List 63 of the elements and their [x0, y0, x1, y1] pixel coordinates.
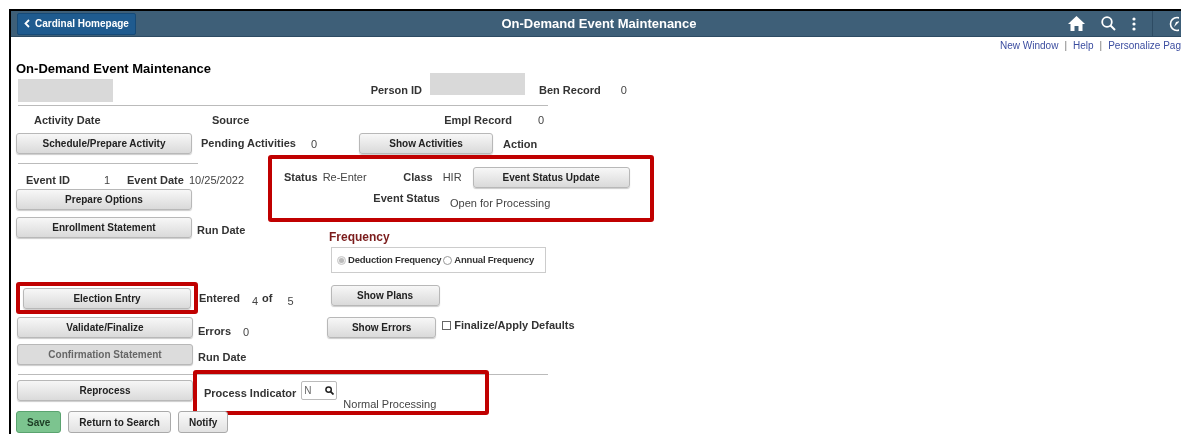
window-title: On-Demand Event Maintenance: [500, 14, 698, 33]
action-button[interactable]: Show Activities: [359, 132, 494, 154]
field-label: Person ID: [369, 83, 422, 99]
field-value: 0: [620, 82, 627, 98]
section-title: Frequency: [329, 229, 391, 246]
home-icon[interactable]: [1068, 16, 1085, 31]
action-button[interactable]: Election Entry: [23, 287, 191, 309]
field-value: HIR: [442, 170, 463, 186]
field-label: Pending Activities: [201, 135, 296, 151]
action-button[interactable]: Show Errors: [327, 316, 437, 338]
field-label: Empl Record: [443, 112, 512, 128]
field-label: Process Indicator: [204, 386, 297, 401]
field-label: Event ID: [26, 172, 71, 188]
page-title: On-Demand Event Maintenance: [16, 61, 213, 77]
save-button[interactable]: Save: [16, 411, 62, 433]
field-label: Action: [503, 136, 538, 152]
field-value: 0: [243, 324, 250, 340]
field-label: Source: [212, 112, 251, 128]
action-button[interactable]: Validate/Finalize: [17, 316, 193, 338]
field-value: Open for Processing: [450, 196, 551, 211]
header-link[interactable]: New Window: [1000, 37, 1059, 53]
field-value: 0: [310, 137, 318, 153]
radio-button[interactable]: [443, 255, 453, 265]
field-value: 0: [538, 112, 545, 128]
field-value: 4: [251, 293, 259, 309]
action-button[interactable]: Schedule/Prepare Activity: [16, 132, 192, 154]
radio-option[interactable]: Annual Frequency: [443, 252, 534, 268]
action-button[interactable]: Show Plans: [330, 284, 440, 306]
field-value: 10/25/2022: [189, 172, 245, 188]
header-link[interactable]: Personalize Pag: [1108, 37, 1181, 53]
checkbox[interactable]: [442, 320, 452, 330]
field-label: Run Date: [197, 223, 246, 238]
field-label: Run Date: [198, 349, 247, 365]
back-button[interactable]: Cardinal Homepage: [17, 12, 136, 35]
link-separator: |: [1099, 38, 1103, 53]
compass-icon[interactable]: [1169, 15, 1179, 32]
field-label: Ben Record: [539, 82, 601, 98]
field-label: Activity Date: [34, 112, 102, 128]
field-value: 5: [287, 293, 294, 309]
action-button[interactable]: Return to Search: [68, 411, 171, 433]
field-label: Status: [284, 170, 318, 186]
field-label: of: [262, 290, 273, 306]
link-separator: |: [1064, 38, 1067, 53]
header-link[interactable]: Help: [1073, 37, 1094, 53]
field-value: Normal Processing: [343, 397, 437, 412]
more-icon[interactable]: [1132, 16, 1136, 31]
action-button[interactable]: Reprocess: [17, 380, 193, 401]
search-icon[interactable]: [325, 386, 335, 395]
lookup-field[interactable]: N: [301, 381, 338, 400]
field-label: Event Date: [127, 172, 185, 188]
action-button[interactable]: Prepare Options: [16, 189, 192, 210]
action-button[interactable]: Notify: [177, 411, 229, 433]
search-icon[interactable]: [1101, 16, 1116, 31]
field-label: Event Status: [372, 191, 440, 206]
action-button[interactable]: Enrollment Statement: [16, 216, 192, 238]
field-label: Class: [402, 170, 433, 186]
field-label: Entered: [199, 290, 240, 306]
chevron-left-icon: [24, 19, 30, 28]
action-button[interactable]: Event Status Update: [472, 167, 630, 188]
field-value: Re-Enter: [322, 170, 368, 186]
field-label: Finalize/Apply Defaults: [454, 317, 575, 333]
field-value: 1: [104, 172, 112, 188]
field-label: Errors: [198, 323, 232, 339]
